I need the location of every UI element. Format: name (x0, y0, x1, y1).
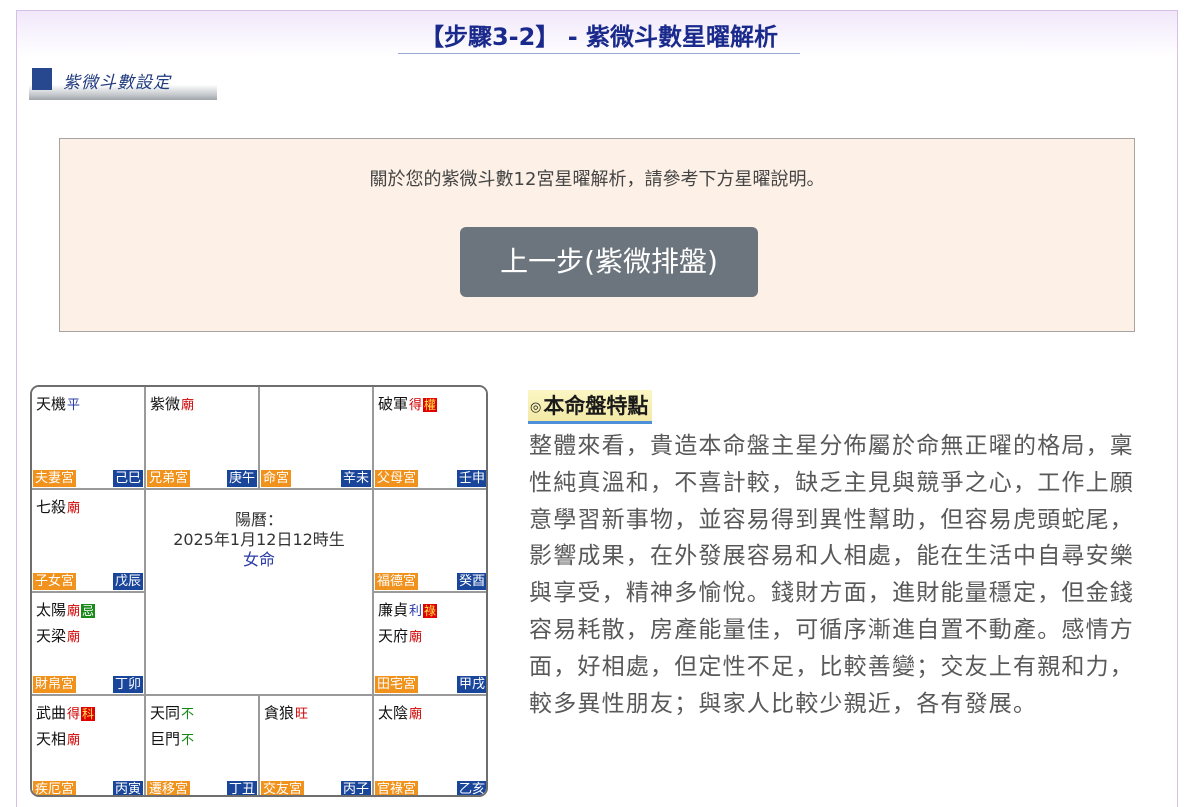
star-transformation-badge: 忌 (81, 604, 96, 618)
star-brightness: 得 (409, 398, 423, 413)
palace-cell: 武曲得科天相廟 疾厄宮 丙寅 (32, 696, 146, 797)
star-entry: 七殺廟 (36, 498, 80, 518)
star-entry: 天同不 (150, 704, 194, 724)
star-entry: 太陰廟 (378, 704, 422, 724)
palace-name: 夫妻宮 (33, 470, 77, 487)
star-brightness: 旺 (295, 707, 309, 722)
star-transformation-badge: 權 (423, 398, 438, 412)
star-name: 天相 (36, 730, 67, 748)
star-name: 太陰 (378, 704, 409, 722)
star-entry: 廉貞利祿 (378, 601, 438, 621)
feature-description: 整體來看，貴造本命盤主星分佈屬於命無正曜的格局，稟性純真溫和，不喜計較，缺乏主見… (529, 433, 1134, 717)
chart-center-info: 陽曆： 2025年1月12日12時生 女命 (146, 490, 374, 696)
star-name: 天同 (150, 704, 181, 722)
palace-ganzhi: 丁卯 (112, 676, 143, 693)
palace-ganzhi: 庚午 (226, 470, 257, 487)
ziwei-chart: 天機平 夫妻宮 己巳 紫微廟 兄弟宮 庚午 命宮 辛未 破軍得權父母宮 壬申 七殺廟 子女宮戊… (30, 385, 488, 797)
feature-heading: ◎本命盤特點 (528, 390, 653, 424)
palace-name: 交友宮 (261, 781, 305, 797)
star-name: 天機 (36, 395, 67, 413)
palace-cell: 命宮 辛未 (260, 387, 374, 490)
bullseye-icon: ◎ (530, 400, 542, 415)
palace-ganzhi: 己巳 (112, 470, 143, 487)
previous-step-button[interactable]: 上一步(紫微排盤) (460, 227, 758, 297)
palace-name: 官祿宮 (375, 781, 419, 797)
feature-heading-text: 本命盤特點 (543, 394, 649, 418)
palace-ganzhi: 丙寅 (112, 781, 143, 797)
palace-cell: 七殺廟子女宮 戊辰 (32, 490, 146, 593)
star-entry: 巨門不 (150, 730, 194, 750)
star-name: 太陽 (36, 601, 67, 619)
palace-cell: 紫微廟兄弟宮 庚午 (146, 387, 260, 490)
star-name: 貪狼 (264, 704, 295, 722)
star-brightness: 得 (67, 707, 81, 722)
star-brightness: 利 (409, 604, 423, 619)
star-brightness: 不 (181, 707, 195, 722)
star-entry: 天機平 (36, 395, 80, 415)
star-brightness: 廟 (67, 501, 81, 516)
star-entry: 天府廟 (378, 627, 422, 647)
palace-ganzhi: 丙子 (340, 781, 371, 797)
palace-ganzhi: 戊辰 (112, 573, 143, 590)
star-transformation-badge: 祿 (423, 604, 438, 618)
star-brightness: 廟 (181, 398, 195, 413)
palace-cell: 福德宮 癸酉 (374, 490, 486, 593)
palace-ganzhi: 癸酉 (456, 573, 486, 590)
palace-name: 財帛宮 (33, 676, 77, 693)
info-box: 關於您的紫微斗數12宮星曜解析，請參考下方星曜說明。 上一步(紫微排盤) (59, 138, 1135, 332)
palace-cell: 廉貞利祿天府廟 田宅宮 甲戌 (374, 593, 486, 696)
star-name: 廉貞 (378, 601, 409, 619)
palace-ganzhi: 甲戌 (456, 676, 486, 693)
star-brightness: 廟 (409, 707, 423, 722)
star-brightness: 不 (181, 733, 195, 748)
palace-name: 命宮 (261, 470, 292, 487)
star-transformation-badge: 科 (81, 707, 96, 721)
star-name: 破軍 (378, 395, 409, 413)
star-brightness: 平 (67, 398, 81, 413)
palace-name: 兄弟宮 (147, 470, 191, 487)
info-text: 關於您的紫微斗數12宮星曜解析，請參考下方星曜說明。 (369, 169, 825, 190)
star-brightness: 廟 (67, 630, 81, 645)
palace-name: 遷移宮 (147, 781, 191, 797)
palace-cell: 天同不 巨門不 遷移宮 丁丑 (146, 696, 260, 797)
star-entry: 天梁廟 (36, 627, 80, 647)
star-entry: 紫微廟 (150, 395, 194, 415)
star-name: 武曲 (36, 704, 67, 722)
star-name: 巨門 (150, 730, 181, 748)
star-entry: 太陽廟忌 (36, 601, 96, 621)
palace-name: 子女宮 (33, 573, 77, 590)
star-entry: 天相廟 (36, 730, 80, 750)
section-banner: 紫微斗數設定 (29, 66, 217, 100)
star-entry: 破軍得權 (378, 395, 438, 415)
banner-square-icon (32, 68, 52, 90)
palace-cell: 貪狼旺交友宮 丙子 (260, 696, 374, 797)
star-name: 天府 (378, 627, 409, 645)
star-entry: 武曲得科 (36, 704, 96, 724)
star-brightness: 廟 (67, 733, 81, 748)
star-brightness: 廟 (409, 630, 423, 645)
palace-ganzhi: 壬申 (456, 470, 486, 487)
star-entry: 貪狼旺 (264, 704, 308, 724)
star-brightness: 廟 (67, 604, 81, 619)
palace-cell: 破軍得權父母宮 壬申 (374, 387, 486, 490)
palace-name: 父母宮 (375, 470, 419, 487)
palace-name: 田宅宮 (375, 676, 419, 693)
gender-label: 女命 (242, 550, 275, 569)
star-name: 紫微 (150, 395, 181, 413)
palace-cell: 太陽廟忌天梁廟 財帛宮 丁卯 (32, 593, 146, 696)
palace-ganzhi: 乙亥 (456, 781, 486, 797)
star-name: 天梁 (36, 627, 67, 645)
page-title: 【步驟3-2】 - 紫微斗數星曜解析 (398, 22, 800, 54)
palace-cell: 天機平夫妻宮 己巳 (32, 387, 146, 490)
palace-ganzhi: 丁丑 (226, 781, 257, 797)
star-name: 七殺 (36, 498, 67, 516)
palace-name: 福德宮 (375, 573, 419, 590)
palace-ganzhi: 辛未 (340, 470, 371, 487)
palace-name: 疾厄宮 (33, 781, 77, 797)
section-banner-label: 紫微斗數設定 (63, 73, 171, 93)
palace-cell: 太陰廟官祿宮 乙亥 (374, 696, 486, 797)
